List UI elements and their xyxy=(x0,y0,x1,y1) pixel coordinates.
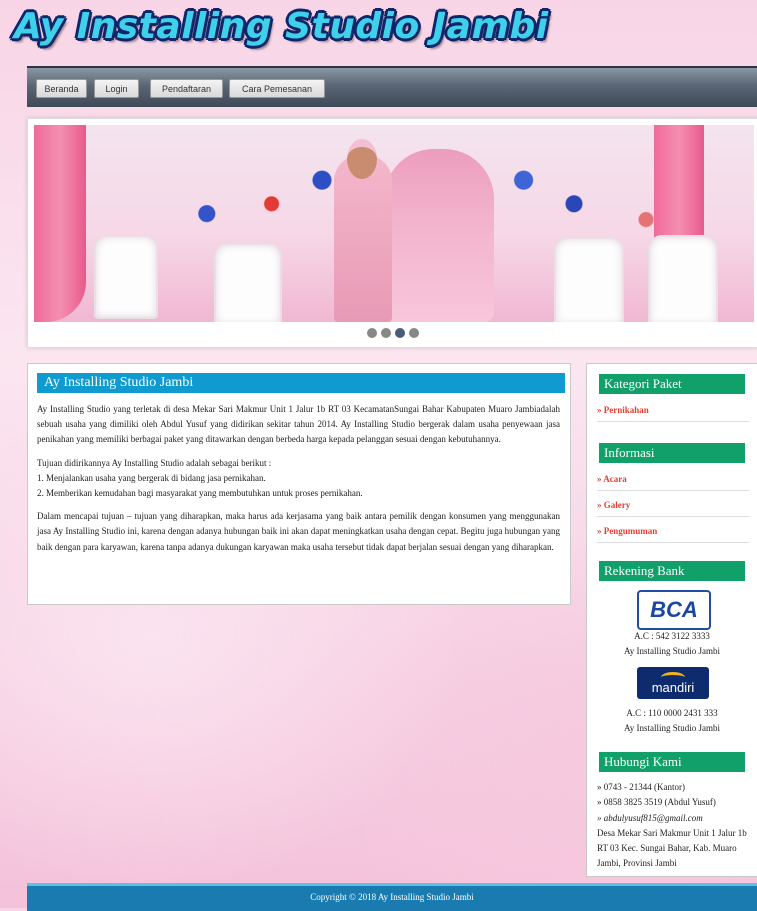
bca-logo: BCA xyxy=(637,590,711,630)
nav-pendaftaran-button[interactable]: Pendaftaran xyxy=(150,79,223,98)
footer: Copyright © 2018 Ay Installing Studio Ja… xyxy=(27,883,757,911)
site-logo[interactable]: Ay Installing Studio Jambi xyxy=(14,6,549,58)
slider-dot-2[interactable] xyxy=(381,328,391,338)
informasi-item-pengumuman[interactable]: » Pengumuman xyxy=(597,526,749,543)
informasi-item-galery[interactable]: » Galery xyxy=(597,500,749,517)
image-slider xyxy=(27,118,757,348)
groom-figure xyxy=(334,155,392,322)
slider-dots xyxy=(28,328,757,338)
informasi-item-acara[interactable]: » Acara xyxy=(597,474,749,491)
mandiri-logo: mandiri xyxy=(637,667,709,699)
sidebar: Kategori Paket » Pernikahan Informasi » … xyxy=(586,363,757,877)
nav-beranda-button[interactable]: Beranda xyxy=(36,79,87,98)
informasi-title: Informasi xyxy=(599,443,745,463)
contact-email[interactable]: » abdulyusuf815@gmail.com xyxy=(597,811,753,826)
bride-figure xyxy=(384,149,494,322)
chair-left-2 xyxy=(214,243,282,322)
contact-list: » 0743 - 21344 (Kantor) » 0858 3825 3519… xyxy=(597,780,753,872)
bca-account-name: Ay Installing Studio Jambi xyxy=(624,646,720,656)
main-content-panel: Ay Installing Studio Jambi Ay Installing… xyxy=(27,363,571,605)
nav-cara-pemesanan-button[interactable]: Cara Pemesanan xyxy=(229,79,325,98)
tujuan-item-2: 2. Memberikan kemudahan bagi masyarakat … xyxy=(37,488,363,499)
paragraph-tujuan: Tujuan didirikannya Ay Installing Studio… xyxy=(37,457,272,468)
nav-login-button[interactable]: Login xyxy=(94,79,139,98)
groom-head xyxy=(347,139,377,179)
chair-right-1 xyxy=(554,237,624,322)
kategori-item-pernikahan[interactable]: » Pernikahan xyxy=(597,405,749,422)
content-title: Ay Installing Studio Jambi xyxy=(37,373,565,393)
mandiri-account-name: Ay Installing Studio Jambi xyxy=(624,723,720,733)
slider-dot-4[interactable] xyxy=(409,328,419,338)
bca-logo-text: BCA xyxy=(650,597,698,622)
tujuan-item-1: 1. Menjalankan usaha yang bergerak di bi… xyxy=(37,472,266,483)
slider-dot-3[interactable] xyxy=(395,328,405,338)
chair-left-1 xyxy=(94,235,158,319)
main-navbar: Beranda Login Pendaftaran Cara Pemesanan xyxy=(27,66,757,107)
contact-phone-office: » 0743 - 21344 (Kantor) xyxy=(597,782,685,792)
mandiri-wave-icon xyxy=(661,672,685,683)
contact-address: Desa Mekar Sari Makmur Unit 1 Jalur 1b R… xyxy=(597,827,747,869)
content-body: Ay Installing Studio yang terletak di de… xyxy=(37,402,560,563)
curtain-left xyxy=(34,125,86,322)
paragraph-closing: Dalam mencapai tujuan – tujuan yang diha… xyxy=(37,511,560,552)
mandiri-account: A.C : 110 0000 2431 333 xyxy=(626,708,718,718)
wedding-photo xyxy=(34,125,754,322)
hubungi-kami-title: Hubungi Kami xyxy=(599,752,745,772)
kategori-paket-title: Kategori Paket xyxy=(599,374,745,394)
contact-phone-personal: » 0858 3825 3519 (Abdul Yusuf) xyxy=(597,797,716,808)
paragraph-intro: Ay Installing Studio yang terletak di de… xyxy=(37,404,560,445)
slider-dot-1[interactable] xyxy=(367,328,377,338)
chair-right-2 xyxy=(648,235,718,322)
rekening-bank-title: Rekening Bank xyxy=(599,561,745,581)
bca-account: A.C : 542 3122 3333 xyxy=(634,631,710,641)
